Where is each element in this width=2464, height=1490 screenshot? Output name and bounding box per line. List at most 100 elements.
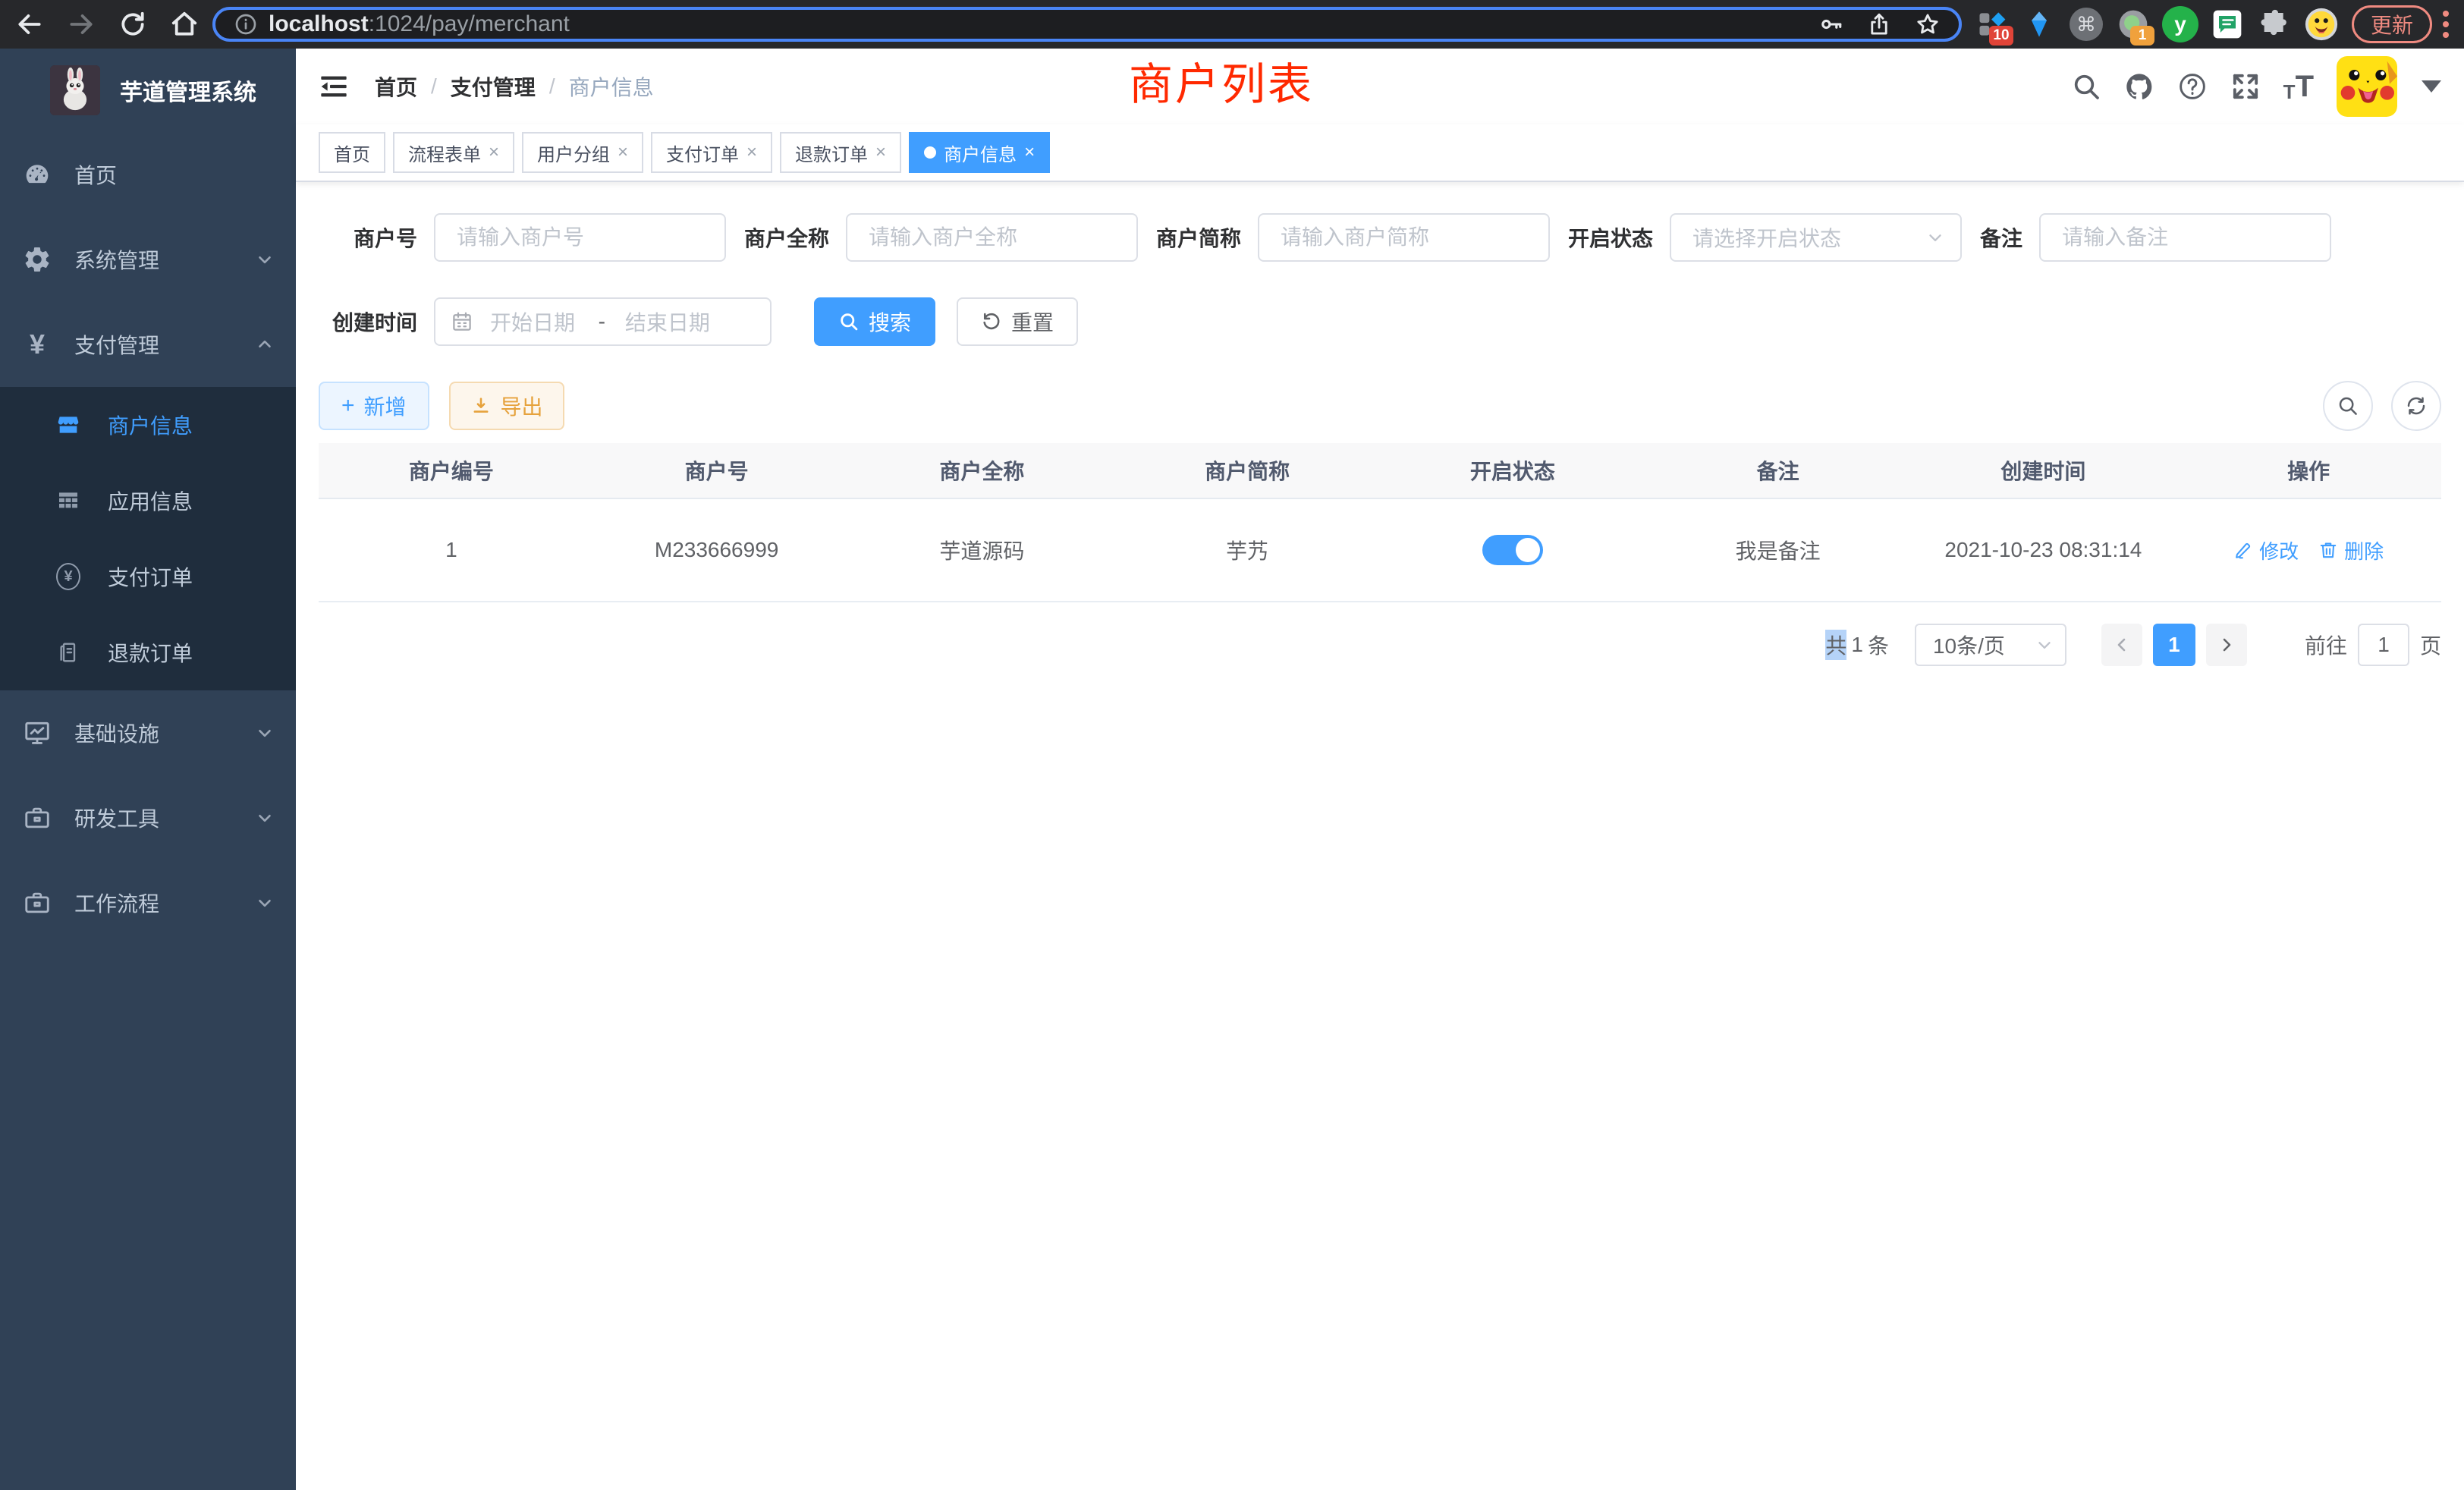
col-merchant-id: 商户编号 bbox=[319, 443, 584, 498]
col-short-name: 商户简称 bbox=[1114, 443, 1380, 498]
reload-icon[interactable] bbox=[118, 10, 147, 39]
logo-rabbit-image bbox=[50, 65, 100, 115]
bookmark-star-icon[interactable] bbox=[1915, 11, 1941, 37]
avatar-caret-icon[interactable] bbox=[2422, 80, 2441, 93]
cell-status bbox=[1380, 499, 1645, 601]
field-merchant-full-name: 商户全称 bbox=[744, 213, 1138, 262]
goto-page-input[interactable] bbox=[2358, 624, 2409, 666]
help-icon[interactable] bbox=[2177, 71, 2208, 102]
sidebar-item-merchant-info[interactable]: 商户信息 bbox=[0, 387, 296, 463]
next-page-button[interactable] bbox=[2206, 624, 2247, 666]
sidebar-item-infra[interactable]: 基础设施 bbox=[0, 690, 296, 775]
cell-full-name: 芋道源码 bbox=[850, 499, 1115, 601]
tab-home[interactable]: 首页 bbox=[319, 132, 385, 173]
address-bar[interactable]: localhost:1024/pay/merchant bbox=[212, 7, 1962, 42]
extension-puzzle-icon[interactable] bbox=[2255, 5, 2294, 44]
sidebar-item-pay[interactable]: ¥ 支付管理 bbox=[0, 302, 296, 387]
page-size-select[interactable]: 10条/页 bbox=[1915, 624, 2066, 666]
extension-command-icon[interactable]: ⌘ bbox=[2066, 5, 2106, 44]
merchant-full-name-input[interactable] bbox=[846, 213, 1138, 262]
sidebar-item-app-info[interactable]: 应用信息 bbox=[0, 463, 296, 539]
sidebar-item-pay-order[interactable]: ¥ 支付订单 bbox=[0, 539, 296, 615]
export-button[interactable]: 导出 bbox=[449, 382, 564, 430]
pagination-jumper: 前往 页 bbox=[2305, 624, 2441, 666]
extension-y-icon[interactable]: y bbox=[2161, 5, 2200, 44]
plus-icon: + bbox=[341, 395, 355, 417]
close-icon[interactable]: × bbox=[489, 143, 499, 162]
delete-button[interactable]: 删除 bbox=[2318, 536, 2384, 564]
update-label: 更新 bbox=[2371, 9, 2413, 39]
chevron-left-icon bbox=[2113, 636, 2131, 654]
search-icon[interactable] bbox=[2071, 71, 2101, 102]
screen: localhost:1024/pay/merchant 10 ⌘ 1 bbox=[0, 0, 2464, 1490]
avatar[interactable] bbox=[2337, 56, 2397, 117]
url-text[interactable]: localhost:1024/pay/merchant bbox=[269, 11, 1818, 37]
chrome-menu-icon[interactable] bbox=[2443, 11, 2449, 38]
url-host: localhost bbox=[269, 11, 369, 36]
sidebar-item-system[interactable]: 系统管理 bbox=[0, 217, 296, 302]
password-key-icon[interactable] bbox=[1818, 11, 1843, 37]
extension-emoji-icon[interactable] bbox=[2302, 5, 2341, 44]
search-button[interactable]: 搜索 bbox=[814, 297, 935, 346]
field-label: 商户号 bbox=[319, 222, 417, 253]
sidebar-item-workflow[interactable]: 工作流程 bbox=[0, 860, 296, 945]
close-icon[interactable]: × bbox=[618, 143, 628, 162]
merchant-no-input[interactable] bbox=[434, 213, 726, 262]
edit-button[interactable]: 修改 bbox=[2233, 536, 2299, 564]
merchant-short-name-input[interactable] bbox=[1258, 213, 1550, 262]
cell-merchant-id: 1 bbox=[319, 499, 584, 601]
goto-label: 前往 bbox=[2305, 630, 2347, 660]
sidebar-item-label: 支付管理 bbox=[74, 329, 255, 360]
chrome-update-button[interactable]: 更新 bbox=[2352, 5, 2432, 43]
breadcrumb-pay[interactable]: 支付管理 bbox=[451, 71, 536, 102]
close-icon[interactable]: × bbox=[875, 143, 886, 162]
refresh-table-button[interactable] bbox=[2391, 381, 2441, 431]
page-content: 商户号 商户全称 商户简称 开启状态 请选择开启状态 bbox=[296, 182, 2464, 666]
breadcrumb-home[interactable]: 首页 bbox=[375, 71, 417, 102]
app-logo[interactable]: 芋道管理系统 bbox=[0, 49, 296, 132]
sidebar-item-home[interactable]: 首页 bbox=[0, 132, 296, 217]
browser-nav-buttons bbox=[0, 10, 199, 39]
date-range-picker[interactable]: 开始日期 - 结束日期 bbox=[434, 297, 772, 346]
sidebar-item-devtools[interactable]: 研发工具 bbox=[0, 775, 296, 860]
fullscreen-icon[interactable] bbox=[2230, 71, 2261, 102]
tab-pay-order[interactable]: 支付订单× bbox=[651, 132, 772, 173]
status-select[interactable]: 请选择开启状态 bbox=[1670, 213, 1962, 262]
extension-badge: 1 bbox=[2130, 26, 2154, 46]
command-glyph: ⌘ bbox=[2076, 13, 2096, 36]
share-icon[interactable] bbox=[1866, 11, 1892, 37]
close-icon[interactable]: × bbox=[1024, 143, 1035, 162]
add-button[interactable]: + 新增 bbox=[319, 382, 429, 430]
site-info-icon[interactable] bbox=[234, 12, 258, 36]
reset-button[interactable]: 重置 bbox=[957, 297, 1078, 346]
close-icon[interactable]: × bbox=[746, 143, 757, 162]
refresh-icon bbox=[2405, 395, 2428, 417]
home-icon[interactable] bbox=[170, 10, 199, 39]
pay-submenu: 商户信息 应用信息 ¥ 支付订单 退款订单 bbox=[0, 387, 296, 690]
navbar-actions: TT bbox=[2071, 56, 2441, 117]
status-toggle[interactable] bbox=[1482, 535, 1543, 565]
font-size-icon[interactable]: TT bbox=[2283, 71, 2314, 102]
page-unit-label: 页 bbox=[2420, 630, 2441, 660]
extension-tampermonkey-icon[interactable]: 10 bbox=[1972, 5, 2012, 44]
tab-merchant-info[interactable]: 商户信息× bbox=[909, 132, 1050, 173]
tab-refund-order[interactable]: 退款订单× bbox=[780, 132, 901, 173]
extension-recorder-icon[interactable]: 1 bbox=[2114, 5, 2153, 44]
page-number-1[interactable]: 1 bbox=[2153, 624, 2195, 666]
forward-icon[interactable] bbox=[67, 10, 96, 39]
tab-user-group[interactable]: 用户分组× bbox=[522, 132, 643, 173]
table-toolbar: + 新增 导出 bbox=[319, 381, 2441, 431]
extension-gem-icon[interactable] bbox=[2019, 5, 2059, 44]
extension-chat-icon[interactable] bbox=[2208, 5, 2247, 44]
back-icon[interactable] bbox=[15, 10, 44, 39]
remark-input[interactable] bbox=[2039, 213, 2331, 262]
github-icon[interactable] bbox=[2124, 71, 2154, 102]
chevron-down-icon bbox=[1925, 228, 1945, 247]
app-title: 芋道管理系统 bbox=[120, 74, 256, 107]
show-search-button[interactable] bbox=[2323, 381, 2373, 431]
prev-page-button[interactable] bbox=[2101, 624, 2142, 666]
tab-process-form[interactable]: 流程表单× bbox=[393, 132, 514, 173]
sidebar-item-refund-order[interactable]: 退款订单 bbox=[0, 615, 296, 690]
sidebar-collapse-icon[interactable] bbox=[319, 71, 349, 102]
sidebar-item-label: 首页 bbox=[74, 159, 275, 190]
